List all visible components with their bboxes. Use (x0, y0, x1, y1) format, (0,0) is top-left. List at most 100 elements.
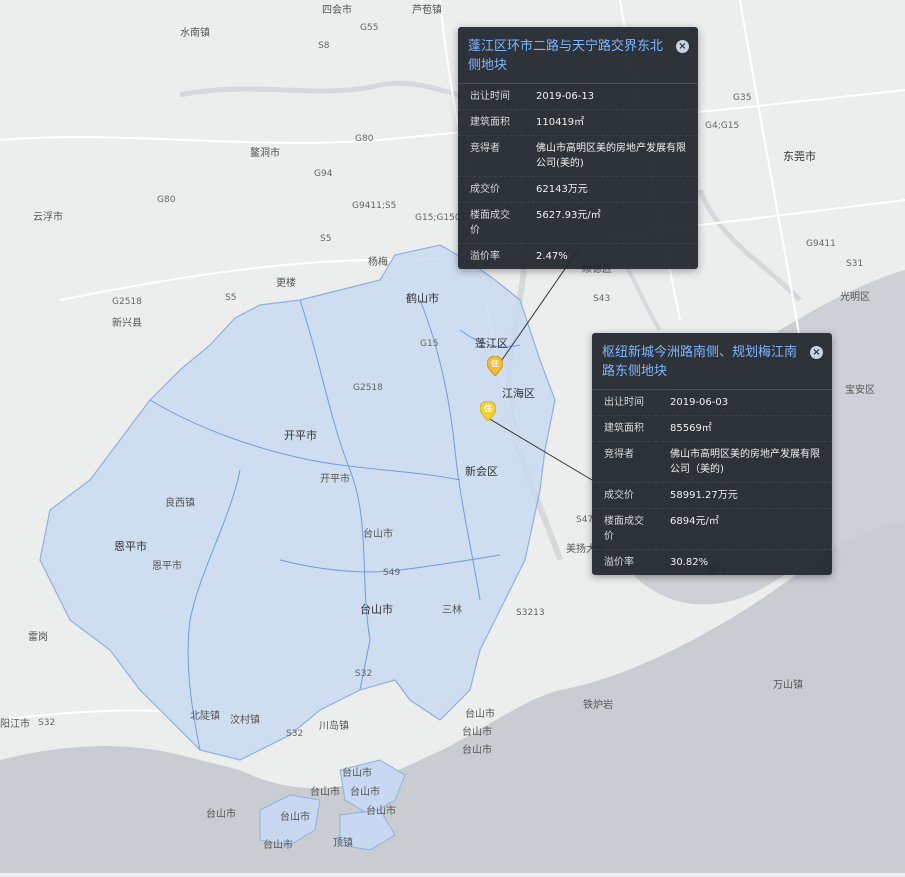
map-label: 蓬江区 (475, 337, 508, 350)
field-value: 85569㎡ (656, 415, 832, 442)
field-label: 出让时间 (592, 390, 656, 416)
map-label: 汶村镇 (230, 715, 260, 726)
map-label: G15 (420, 339, 439, 349)
land-marker-pin[interactable]: 住 (480, 401, 496, 421)
popup-title: 枢纽新城今洲路南侧、规划梅江南路东侧地块 (592, 333, 832, 390)
field-value: 佛山市高明区美的房地产发展有限公司（美的) (656, 441, 832, 483)
field-label: 楼面成交价 (592, 508, 656, 550)
map-label: 台山市 (280, 812, 310, 823)
table-row: 成交价 62143万元 (458, 176, 698, 203)
map-label: 新会区 (465, 465, 498, 478)
field-label: 楼面成交价 (458, 202, 522, 244)
field-value: 30.82% (670, 557, 709, 568)
map-label: 顶镇 (333, 838, 353, 849)
map-label: 鹤山市 (406, 292, 439, 305)
map-label: 台山市 (342, 768, 372, 779)
map-label: G55 (360, 23, 379, 33)
land-marker-pin[interactable]: 住 (487, 356, 503, 376)
table-row: 楼面成交价 6894元/㎡ (592, 508, 832, 550)
map-label: G94 (314, 169, 333, 179)
field-value: 2.47% (536, 251, 568, 262)
field-label: 成交价 (592, 482, 656, 509)
map-label: G2518 (353, 383, 383, 393)
land-info-popup: 蓬江区环市二路与天宁路交界东北侧地块 × 出让时间 2019-06-13 建筑面积… (458, 27, 698, 269)
field-label: 建筑面积 (458, 109, 522, 136)
table-row: 溢价率 2.47% (458, 244, 698, 270)
close-icon[interactable]: × (676, 40, 689, 53)
table-row: 溢价率 30.82% (592, 550, 832, 576)
popup-info-table: 出让时间 2019-06-13 建筑面积 110419㎡ 竞得者 佛山市高明区美的房地… (458, 84, 698, 269)
field-value: 佛山市高明区美的房地产发展有限公司(美的) (522, 135, 698, 177)
map-label: G2518 (112, 297, 142, 307)
field-label: 成交价 (458, 176, 522, 203)
field-value: 62143万元 (522, 176, 698, 203)
map-label: 铁炉岩 (583, 700, 613, 711)
table-row: 楼面成交价 5627.93元/㎡ (458, 202, 698, 244)
map-label: 台山市 (462, 745, 492, 756)
field-label: 竞得者 (592, 441, 656, 483)
map-label: S5 (320, 234, 332, 244)
map-label: 开平市 (284, 429, 317, 442)
map-label: 新兴县 (112, 318, 142, 329)
map-label: 台山市 (366, 806, 396, 817)
map-label: G4;G15 (705, 121, 740, 131)
map-label: 台山市 (465, 709, 495, 720)
field-value: 6894元/㎡ (656, 508, 832, 550)
map-label: 杨梅 (368, 257, 388, 268)
map-label: 水南镇 (180, 28, 210, 39)
map-label: G35 (733, 93, 752, 103)
table-row: 建筑面积 85569㎡ (592, 415, 832, 442)
marker-glyph: 住 (491, 359, 499, 368)
map-label: S47 (576, 515, 594, 525)
table-row: 出让时间 2019-06-03 (592, 390, 832, 416)
map-label: 川岛镇 (319, 721, 349, 732)
map-label: 更楼 (276, 278, 296, 289)
map-label: 万山镇 (773, 680, 803, 691)
map-label: S31 (846, 259, 864, 269)
map-canvas[interactable]: 四会市 芦苞镇 水南镇 G55 S8 G80 G35 G4;G15 东莞市 鳌洞… (0, 0, 905, 873)
map-label: 台山市 (360, 603, 393, 616)
field-label: 建筑面积 (592, 415, 656, 442)
map-label: 阳江市 (0, 719, 30, 730)
table-row: 出让时间 2019-06-13 (458, 84, 698, 110)
field-value: 5627.93元/㎡ (522, 202, 698, 244)
table-row: 竞得者 佛山市高明区美的房地产发展有限公司（美的) (592, 441, 832, 483)
field-value: 2019-06-13 (522, 84, 698, 110)
popup-title: 蓬江区环市二路与天宁路交界东北侧地块 (458, 27, 698, 84)
map-label: 雷岗 (28, 632, 48, 643)
map-label: S32 (286, 729, 304, 739)
map-label: 光明区 (840, 292, 870, 303)
map-label: 三林 (442, 605, 462, 616)
map-label: 鳌洞市 (250, 148, 280, 159)
map-label: 开平市 (320, 474, 350, 485)
map-label: 台山市 (206, 809, 236, 820)
table-row: 成交价 58991.27万元 (592, 482, 832, 509)
field-value: 2019-06-03 (656, 390, 832, 416)
map-label: 台山市 (363, 529, 393, 540)
popup-info-table: 出让时间 2019-06-03 建筑面积 85569㎡ 竞得者 佛山市高明区美的房地产… (592, 390, 832, 575)
map-label: 宝安区 (845, 385, 875, 396)
map-label: S8 (318, 41, 330, 51)
map-label: 四会市 (322, 5, 352, 16)
map-label: 云浮市 (33, 212, 63, 223)
map-label: G9411 (806, 239, 836, 249)
map-label: 台山市 (462, 727, 492, 738)
map-label: 台山市 (310, 787, 340, 798)
field-label: 溢价率 (604, 557, 634, 568)
map-label: S49 (383, 568, 401, 578)
map-label: S5 (225, 293, 237, 303)
map-label: 东莞市 (783, 150, 816, 163)
map-label: 北陡镇 (190, 711, 220, 722)
map-label: S3213 (516, 608, 545, 618)
marker-glyph: 住 (484, 404, 492, 413)
map-label: 江海区 (502, 387, 535, 400)
table-row: 建筑面积 110419㎡ (458, 109, 698, 136)
close-icon[interactable]: × (810, 346, 823, 359)
map-label: 恩平市 (114, 540, 147, 553)
field-value: 110419㎡ (522, 109, 698, 136)
map-label: S32 (38, 718, 56, 728)
field-label: 竞得者 (458, 135, 522, 177)
map-label: G9411;S5 (352, 201, 397, 211)
land-info-popup: 枢纽新城今洲路南侧、规划梅江南路东侧地块 × 出让时间 2019-06-03 建筑… (592, 333, 832, 575)
map-label: 良西镇 (165, 498, 195, 509)
